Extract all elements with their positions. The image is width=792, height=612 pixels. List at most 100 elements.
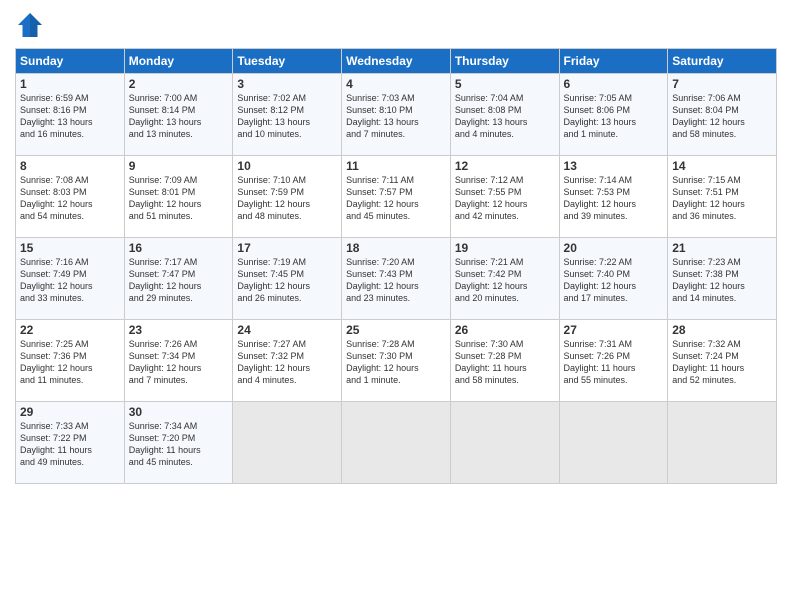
cell-content: Sunrise: 7:04 AMSunset: 8:08 PMDaylight:…	[455, 93, 528, 139]
day-cell: 27 Sunrise: 7:31 AMSunset: 7:26 PMDaylig…	[559, 320, 668, 402]
day-cell: 23 Sunrise: 7:26 AMSunset: 7:34 PMDaylig…	[124, 320, 233, 402]
day-cell: 30 Sunrise: 7:34 AMSunset: 7:20 PMDaylig…	[124, 402, 233, 484]
day-number: 24	[237, 323, 337, 337]
day-number: 26	[455, 323, 555, 337]
cell-content: Sunrise: 7:33 AMSunset: 7:22 PMDaylight:…	[20, 421, 92, 467]
day-cell: 9 Sunrise: 7:09 AMSunset: 8:01 PMDayligh…	[124, 156, 233, 238]
week-row-3: 15 Sunrise: 7:16 AMSunset: 7:49 PMDaylig…	[16, 238, 777, 320]
header-row: SundayMondayTuesdayWednesdayThursdayFrid…	[16, 49, 777, 74]
col-header-friday: Friday	[559, 49, 668, 74]
day-number: 3	[237, 77, 337, 91]
cell-content: Sunrise: 7:19 AMSunset: 7:45 PMDaylight:…	[237, 257, 310, 303]
day-number: 10	[237, 159, 337, 173]
day-cell: 1 Sunrise: 6:59 AMSunset: 8:16 PMDayligh…	[16, 74, 125, 156]
day-number: 21	[672, 241, 772, 255]
day-cell	[559, 402, 668, 484]
cell-content: Sunrise: 7:08 AMSunset: 8:03 PMDaylight:…	[20, 175, 93, 221]
day-number: 5	[455, 77, 555, 91]
page-container: SundayMondayTuesdayWednesdayThursdayFrid…	[0, 0, 792, 494]
col-header-monday: Monday	[124, 49, 233, 74]
day-number: 6	[564, 77, 664, 91]
day-cell: 14 Sunrise: 7:15 AMSunset: 7:51 PMDaylig…	[668, 156, 777, 238]
col-header-thursday: Thursday	[450, 49, 559, 74]
day-number: 11	[346, 159, 446, 173]
cell-content: Sunrise: 6:59 AMSunset: 8:16 PMDaylight:…	[20, 93, 93, 139]
day-cell: 13 Sunrise: 7:14 AMSunset: 7:53 PMDaylig…	[559, 156, 668, 238]
cell-content: Sunrise: 7:17 AMSunset: 7:47 PMDaylight:…	[129, 257, 202, 303]
day-number: 4	[346, 77, 446, 91]
day-number: 16	[129, 241, 229, 255]
day-number: 2	[129, 77, 229, 91]
cell-content: Sunrise: 7:00 AMSunset: 8:14 PMDaylight:…	[129, 93, 202, 139]
day-cell: 11 Sunrise: 7:11 AMSunset: 7:57 PMDaylig…	[342, 156, 451, 238]
cell-content: Sunrise: 7:30 AMSunset: 7:28 PMDaylight:…	[455, 339, 527, 385]
week-row-5: 29 Sunrise: 7:33 AMSunset: 7:22 PMDaylig…	[16, 402, 777, 484]
day-number: 8	[20, 159, 120, 173]
cell-content: Sunrise: 7:21 AMSunset: 7:42 PMDaylight:…	[455, 257, 528, 303]
cell-content: Sunrise: 7:28 AMSunset: 7:30 PMDaylight:…	[346, 339, 419, 385]
day-cell: 18 Sunrise: 7:20 AMSunset: 7:43 PMDaylig…	[342, 238, 451, 320]
cell-content: Sunrise: 7:11 AMSunset: 7:57 PMDaylight:…	[346, 175, 419, 221]
day-cell: 3 Sunrise: 7:02 AMSunset: 8:12 PMDayligh…	[233, 74, 342, 156]
col-header-sunday: Sunday	[16, 49, 125, 74]
day-cell: 19 Sunrise: 7:21 AMSunset: 7:42 PMDaylig…	[450, 238, 559, 320]
cell-content: Sunrise: 7:02 AMSunset: 8:12 PMDaylight:…	[237, 93, 310, 139]
cell-content: Sunrise: 7:34 AMSunset: 7:20 PMDaylight:…	[129, 421, 201, 467]
cell-content: Sunrise: 7:03 AMSunset: 8:10 PMDaylight:…	[346, 93, 419, 139]
day-cell: 7 Sunrise: 7:06 AMSunset: 8:04 PMDayligh…	[668, 74, 777, 156]
day-number: 9	[129, 159, 229, 173]
day-number: 29	[20, 405, 120, 419]
day-cell: 10 Sunrise: 7:10 AMSunset: 7:59 PMDaylig…	[233, 156, 342, 238]
day-number: 30	[129, 405, 229, 419]
cell-content: Sunrise: 7:22 AMSunset: 7:40 PMDaylight:…	[564, 257, 637, 303]
day-number: 17	[237, 241, 337, 255]
cell-content: Sunrise: 7:15 AMSunset: 7:51 PMDaylight:…	[672, 175, 745, 221]
week-row-1: 1 Sunrise: 6:59 AMSunset: 8:16 PMDayligh…	[16, 74, 777, 156]
cell-content: Sunrise: 7:32 AMSunset: 7:24 PMDaylight:…	[672, 339, 744, 385]
day-cell: 12 Sunrise: 7:12 AMSunset: 7:55 PMDaylig…	[450, 156, 559, 238]
day-number: 18	[346, 241, 446, 255]
day-number: 12	[455, 159, 555, 173]
cell-content: Sunrise: 7:31 AMSunset: 7:26 PMDaylight:…	[564, 339, 636, 385]
cell-content: Sunrise: 7:05 AMSunset: 8:06 PMDaylight:…	[564, 93, 637, 139]
calendar-table: SundayMondayTuesdayWednesdayThursdayFrid…	[15, 48, 777, 484]
day-number: 7	[672, 77, 772, 91]
day-number: 19	[455, 241, 555, 255]
day-number: 20	[564, 241, 664, 255]
cell-content: Sunrise: 7:23 AMSunset: 7:38 PMDaylight:…	[672, 257, 745, 303]
day-cell: 28 Sunrise: 7:32 AMSunset: 7:24 PMDaylig…	[668, 320, 777, 402]
day-cell: 26 Sunrise: 7:30 AMSunset: 7:28 PMDaylig…	[450, 320, 559, 402]
day-cell: 4 Sunrise: 7:03 AMSunset: 8:10 PMDayligh…	[342, 74, 451, 156]
day-cell	[233, 402, 342, 484]
day-cell: 17 Sunrise: 7:19 AMSunset: 7:45 PMDaylig…	[233, 238, 342, 320]
logo-icon	[15, 10, 45, 40]
cell-content: Sunrise: 7:20 AMSunset: 7:43 PMDaylight:…	[346, 257, 419, 303]
day-number: 22	[20, 323, 120, 337]
cell-content: Sunrise: 7:06 AMSunset: 8:04 PMDaylight:…	[672, 93, 745, 139]
day-number: 23	[129, 323, 229, 337]
day-number: 15	[20, 241, 120, 255]
cell-content: Sunrise: 7:10 AMSunset: 7:59 PMDaylight:…	[237, 175, 310, 221]
day-number: 1	[20, 77, 120, 91]
day-number: 28	[672, 323, 772, 337]
day-cell: 21 Sunrise: 7:23 AMSunset: 7:38 PMDaylig…	[668, 238, 777, 320]
cell-content: Sunrise: 7:27 AMSunset: 7:32 PMDaylight:…	[237, 339, 310, 385]
day-cell: 16 Sunrise: 7:17 AMSunset: 7:47 PMDaylig…	[124, 238, 233, 320]
day-cell: 2 Sunrise: 7:00 AMSunset: 8:14 PMDayligh…	[124, 74, 233, 156]
header	[15, 10, 777, 40]
cell-content: Sunrise: 7:16 AMSunset: 7:49 PMDaylight:…	[20, 257, 93, 303]
day-number: 25	[346, 323, 446, 337]
day-cell	[668, 402, 777, 484]
col-header-wednesday: Wednesday	[342, 49, 451, 74]
day-number: 13	[564, 159, 664, 173]
day-cell: 24 Sunrise: 7:27 AMSunset: 7:32 PMDaylig…	[233, 320, 342, 402]
day-cell: 5 Sunrise: 7:04 AMSunset: 8:08 PMDayligh…	[450, 74, 559, 156]
cell-content: Sunrise: 7:09 AMSunset: 8:01 PMDaylight:…	[129, 175, 202, 221]
week-row-2: 8 Sunrise: 7:08 AMSunset: 8:03 PMDayligh…	[16, 156, 777, 238]
cell-content: Sunrise: 7:26 AMSunset: 7:34 PMDaylight:…	[129, 339, 202, 385]
col-header-saturday: Saturday	[668, 49, 777, 74]
day-cell: 6 Sunrise: 7:05 AMSunset: 8:06 PMDayligh…	[559, 74, 668, 156]
cell-content: Sunrise: 7:14 AMSunset: 7:53 PMDaylight:…	[564, 175, 637, 221]
cell-content: Sunrise: 7:25 AMSunset: 7:36 PMDaylight:…	[20, 339, 93, 385]
day-number: 14	[672, 159, 772, 173]
